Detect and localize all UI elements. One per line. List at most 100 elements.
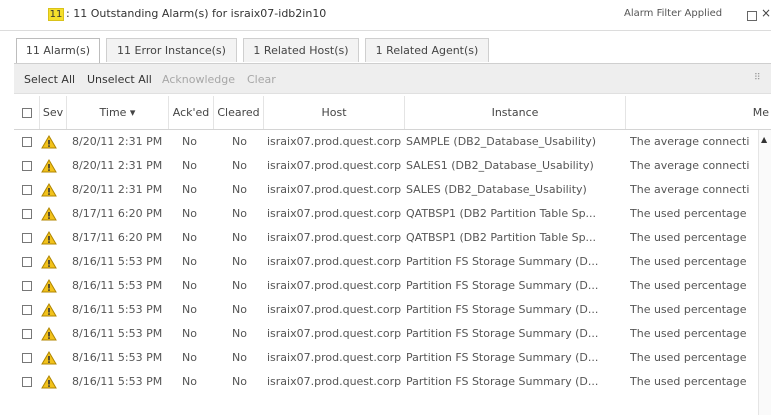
cell-message: The used percentage [630, 303, 747, 316]
table-row[interactable]: 8/16/11 5:53 PM No No israix07.prod.quest.c… [14, 250, 771, 274]
cell-time: 8/20/11 2:31 PM [72, 135, 163, 148]
select-all-checkbox[interactable] [14, 96, 40, 129]
cell-host: israix07.prod.quest.corp [267, 183, 402, 196]
cell-acked: No [182, 279, 197, 292]
row-checkbox[interactable] [22, 305, 32, 315]
alarm-filter-status[interactable]: Alarm Filter Applied [624, 8, 722, 19]
select-all-button[interactable]: Select All [24, 73, 75, 86]
clear-button[interactable]: Clear [247, 73, 276, 86]
cell-acked: No [182, 327, 197, 340]
cell-time: 8/16/11 5:53 PM [72, 351, 163, 364]
cell-cleared: No [232, 375, 247, 388]
cell-cleared: No [232, 183, 247, 196]
table-row[interactable]: 8/16/11 5:53 PM No No israix07.prod.quest.c… [14, 322, 771, 346]
cell-acked: No [182, 351, 197, 364]
warning-triangle-icon [41, 207, 57, 221]
cell-message: The average connecti [630, 135, 750, 148]
table-row[interactable]: 8/20/11 2:31 PM No No israix07.prod.quest.c… [14, 154, 771, 178]
row-checkbox[interactable] [22, 137, 32, 147]
maximize-icon[interactable] [747, 11, 757, 21]
alarm-panel-titlebar: 11 : 11 Outstanding Alarm(s) for israix0… [0, 0, 771, 31]
column-header-time[interactable]: Time ▾ [67, 96, 169, 129]
cell-acked: No [182, 183, 197, 196]
table-row[interactable]: 8/16/11 5:53 PM No No israix07.prod.quest.c… [14, 370, 771, 394]
cell-time: 8/16/11 5:53 PM [72, 375, 163, 388]
cell-message: The used percentage [630, 231, 747, 244]
cell-cleared: No [232, 159, 247, 172]
table-row[interactable]: 8/20/11 2:31 PM No No israix07.prod.quest.c… [14, 178, 771, 202]
scroll-up-icon[interactable]: ▲ [761, 135, 767, 144]
vertical-scrollbar[interactable]: ▲ [758, 130, 771, 415]
table-row[interactable]: 8/16/11 5:53 PM No No israix07.prod.quest.c… [14, 346, 771, 370]
cell-instance: Partition FS Storage Summary (D... [406, 303, 599, 316]
cell-time: 8/16/11 5:53 PM [72, 279, 163, 292]
row-checkbox[interactable] [22, 257, 32, 267]
cell-cleared: No [232, 231, 247, 244]
panel-title: : 11 Outstanding Alarm(s) for israix07-i… [66, 7, 327, 20]
cell-cleared: No [232, 303, 247, 316]
cell-time: 8/20/11 2:31 PM [72, 183, 163, 196]
row-checkbox[interactable] [22, 161, 32, 171]
column-chooser-icon[interactable]: ⠿ [754, 73, 761, 83]
cell-acked: No [182, 303, 197, 316]
table-row[interactable]: 8/16/11 5:53 PM No No israix07.prod.quest.c… [14, 274, 771, 298]
row-checkbox[interactable] [22, 329, 32, 339]
cell-host: israix07.prod.quest.corp [267, 351, 402, 364]
cell-message: The average connecti [630, 159, 750, 172]
column-header-host[interactable]: Host [264, 96, 405, 129]
cell-cleared: No [232, 327, 247, 340]
table-row[interactable]: 8/16/11 5:53 PM No No israix07.prod.quest.c… [14, 298, 771, 322]
cell-message: The used percentage [630, 351, 747, 364]
tab-related-hosts[interactable]: 1 Related Host(s) [243, 38, 359, 62]
tab-alarms[interactable]: 11 Alarm(s) [16, 38, 100, 64]
cell-instance: Partition FS Storage Summary (D... [406, 351, 599, 364]
row-checkbox[interactable] [22, 353, 32, 363]
cell-message: The used percentage [630, 207, 747, 220]
cell-time: 8/16/11 5:53 PM [72, 303, 163, 316]
acknowledge-button[interactable]: Acknowledge [162, 73, 235, 86]
tab-error-instances[interactable]: 11 Error Instance(s) [106, 38, 237, 62]
cell-instance: SAMPLE (DB2_Database_Usability) [406, 135, 596, 148]
cell-acked: No [182, 159, 197, 172]
unselect-all-button[interactable]: Unselect All [87, 73, 152, 86]
checkbox-icon[interactable] [21, 108, 32, 118]
cell-message: The used percentage [630, 375, 747, 388]
cell-time: 8/16/11 5:53 PM [72, 255, 163, 268]
column-header-cleared[interactable]: Cleared [214, 96, 264, 129]
alarm-toolbar: Select All Unselect All Acknowledge Clea… [14, 64, 771, 94]
cell-acked: No [182, 135, 197, 148]
cell-host: israix07.prod.quest.corp [267, 303, 402, 316]
warning-triangle-icon [41, 183, 57, 197]
row-checkbox[interactable] [22, 281, 32, 291]
warning-triangle-icon [41, 231, 57, 245]
warning-triangle-icon [41, 375, 57, 389]
cell-instance: SALES1 (DB2_Database_Usability) [406, 159, 594, 172]
cell-instance: SALES (DB2_Database_Usability) [406, 183, 587, 196]
row-checkbox[interactable] [22, 377, 32, 387]
warning-triangle-icon [41, 303, 57, 317]
cell-acked: No [182, 375, 197, 388]
row-checkbox[interactable] [22, 233, 32, 243]
cell-host: israix07.prod.quest.corp [267, 207, 402, 220]
cell-acked: No [182, 207, 197, 220]
column-header-sev[interactable]: Sev [40, 96, 67, 129]
tab-related-agents[interactable]: 1 Related Agent(s) [365, 38, 489, 62]
row-checkbox[interactable] [22, 185, 32, 195]
cell-instance: QATBSP1 (DB2 Partition Table Sp... [406, 231, 597, 244]
column-header-message[interactable]: Me [626, 96, 771, 129]
cell-message: The used percentage [630, 255, 747, 268]
table-row[interactable]: 8/17/11 6:20 PM No No israix07.prod.quest.c… [14, 226, 771, 250]
warning-triangle-icon [41, 279, 57, 293]
row-checkbox[interactable] [22, 209, 32, 219]
table-row[interactable]: 8/17/11 6:20 PM No No israix07.prod.quest.c… [14, 202, 771, 226]
column-header-instance[interactable]: Instance [405, 96, 626, 129]
cell-host: israix07.prod.quest.corp [267, 327, 402, 340]
cell-host: israix07.prod.quest.corp [267, 135, 402, 148]
cell-host: israix07.prod.quest.corp [267, 279, 402, 292]
table-row[interactable]: 8/20/11 2:31 PM No No israix07.prod.quest.c… [14, 130, 771, 154]
cell-instance: Partition FS Storage Summary (D... [406, 255, 599, 268]
cell-instance: Partition FS Storage Summary (D... [406, 327, 599, 340]
cell-cleared: No [232, 135, 247, 148]
close-icon[interactable]: × [761, 6, 771, 20]
column-header-acked[interactable]: Ack'ed [169, 96, 214, 129]
